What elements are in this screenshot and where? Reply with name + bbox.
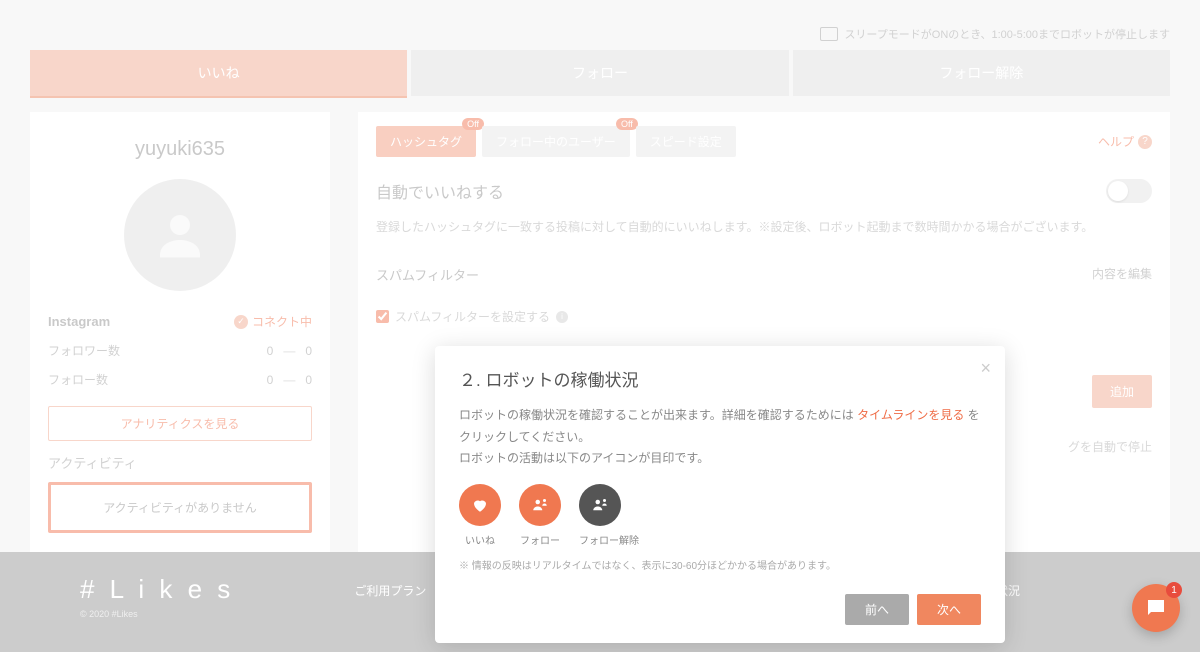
icon-item-unfollow: フォロー解除 — [579, 484, 639, 547]
heart-icon — [459, 484, 501, 526]
popover-note: ※ 情報の反映はリアルタイムではなく、表示に30-60分ほどかかる場合があります… — [459, 557, 981, 572]
icon-item-follow: フォロー — [519, 484, 561, 547]
follow-icon — [519, 484, 561, 526]
next-button[interactable]: 次へ — [917, 594, 981, 625]
prev-button[interactable]: 前へ — [845, 594, 909, 625]
popover-body: ロボットの稼働状況を確認することが出来ます。詳細を確認するためには タイムライン… — [459, 405, 981, 470]
onboarding-popover: × ２. ロボットの稼働状況 ロボットの稼働状況を確認することが出来ます。詳細を… — [435, 346, 1005, 643]
close-icon[interactable]: × — [980, 358, 991, 379]
chat-fab[interactable]: 1 — [1132, 584, 1180, 632]
notification-badge: 1 — [1166, 582, 1182, 598]
unfollow-icon — [579, 484, 621, 526]
timeline-link[interactable]: タイムラインを見る — [857, 408, 964, 422]
icon-item-like: いいね — [459, 484, 501, 547]
popover-title: ２. ロボットの稼働状況 — [459, 366, 981, 391]
